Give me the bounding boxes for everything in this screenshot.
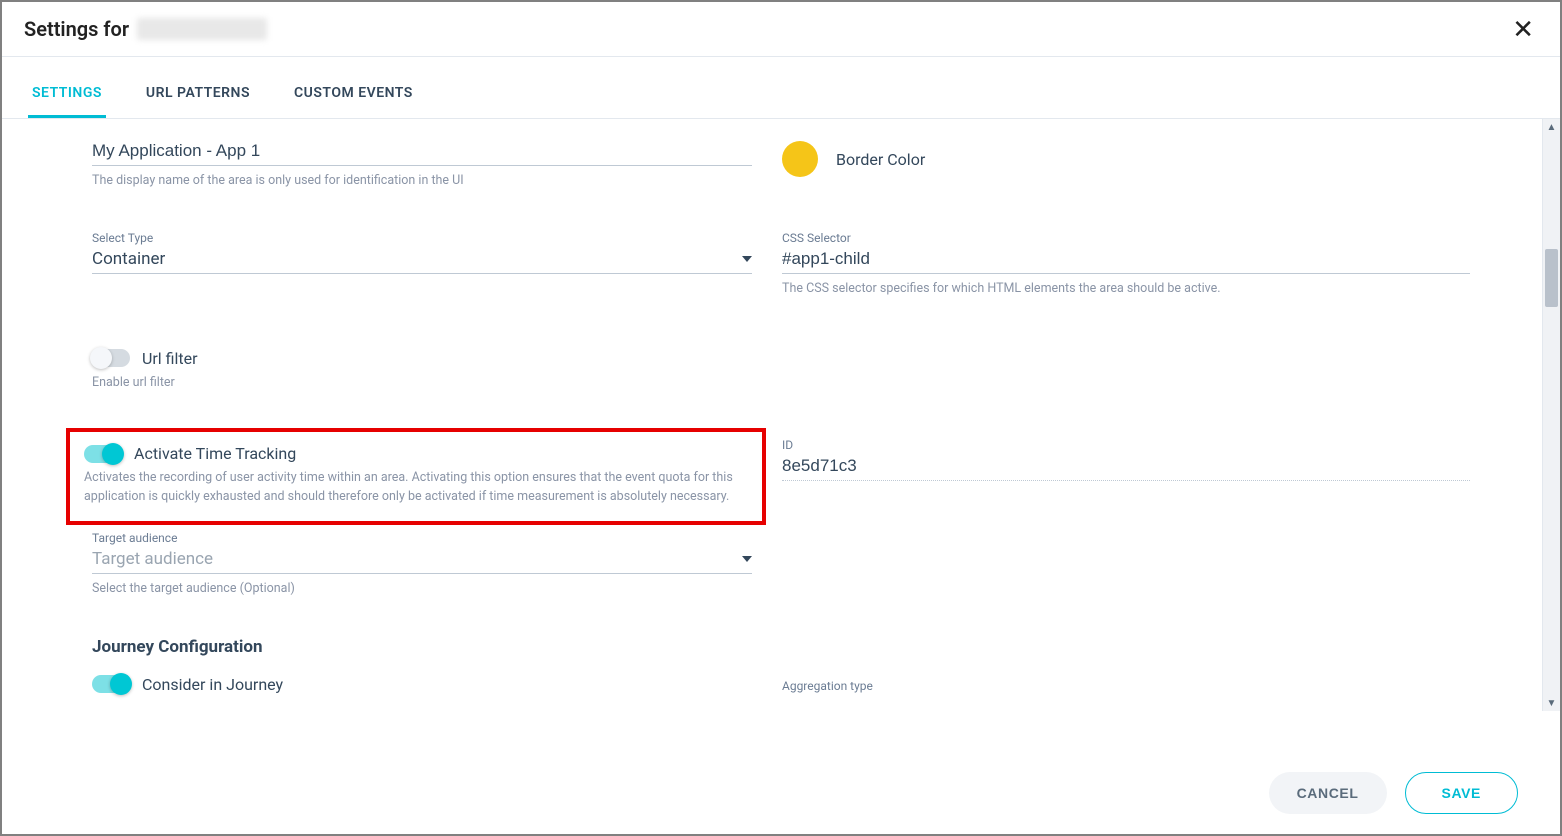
- dialog-footer: CANCEL SAVE: [2, 758, 1560, 834]
- consider-journey-toggle[interactable]: [92, 675, 130, 693]
- time-tracking-label: Activate Time Tracking: [134, 444, 296, 463]
- target-audience-field: Target audience Target audience Select t…: [92, 531, 752, 599]
- aggregation-type-field: Aggregation type: [782, 679, 1470, 694]
- time-tracking-help: Activates the recording of user activity…: [84, 469, 748, 507]
- id-label: ID: [782, 438, 1470, 452]
- select-type-field: Select Type Container: [92, 231, 752, 299]
- chevron-down-icon: [742, 256, 752, 262]
- settings-form: The display name of the area is only use…: [2, 119, 1560, 704]
- select-type-label: Select Type: [92, 231, 752, 245]
- select-type-dropdown[interactable]: Container: [92, 245, 752, 274]
- dialog-title: Settings for: [24, 17, 267, 41]
- time-tracking-toggle[interactable]: [84, 445, 122, 463]
- display-name-help: The display name of the area is only use…: [92, 172, 752, 191]
- time-tracking-highlight: Activate Time Tracking Activates the rec…: [92, 402, 752, 525]
- target-audience-placeholder: Target audience: [92, 549, 213, 569]
- dialog-title-redacted: [137, 18, 267, 40]
- scroll-down-icon[interactable]: ▼: [1543, 695, 1560, 711]
- css-selector-help: The CSS selector specifies for which HTM…: [782, 280, 1470, 299]
- journey-config-heading: Journey Configuration: [92, 637, 752, 657]
- css-selector-input[interactable]: [782, 245, 1470, 274]
- save-button[interactable]: SAVE: [1405, 772, 1519, 814]
- dialog-title-prefix: Settings for: [24, 17, 129, 41]
- close-icon[interactable]: ✕: [1512, 16, 1534, 42]
- select-type-value: Container: [92, 249, 165, 269]
- id-field: ID: [782, 438, 1470, 515]
- tab-url-patterns[interactable]: URL PATTERNS: [142, 75, 254, 118]
- tab-custom-events[interactable]: CUSTOM EVENTS: [290, 75, 417, 118]
- css-selector-field: CSS Selector The CSS selector specifies …: [782, 231, 1470, 299]
- dialog-header: Settings for ✕: [2, 2, 1560, 57]
- target-audience-label: Target audience: [92, 531, 752, 545]
- css-selector-label: CSS Selector: [782, 231, 1470, 245]
- scroll-up-icon[interactable]: ▲: [1543, 119, 1560, 135]
- url-filter-help: Enable url filter: [92, 374, 752, 393]
- tab-settings[interactable]: SETTINGS: [28, 75, 106, 118]
- border-color-field: Border Color: [782, 137, 1470, 191]
- scroll-thumb[interactable]: [1545, 249, 1558, 307]
- consider-journey-label: Consider in Journey: [142, 675, 283, 694]
- consider-journey-field: Consider in Journey: [92, 675, 752, 694]
- aggregation-type-label: Aggregation type: [782, 679, 1470, 693]
- display-name-input[interactable]: [92, 137, 752, 166]
- settings-scroll-area: The display name of the area is only use…: [2, 119, 1560, 711]
- border-color-label: Border Color: [836, 150, 925, 169]
- tabs-bar: SETTINGS URL PATTERNS CUSTOM EVENTS: [2, 75, 1560, 119]
- target-audience-dropdown[interactable]: Target audience: [92, 545, 752, 574]
- scrollbar[interactable]: ▲ ▼: [1542, 119, 1560, 711]
- url-filter-toggle[interactable]: [92, 349, 130, 367]
- id-value: [782, 452, 1470, 481]
- chevron-down-icon: [742, 556, 752, 562]
- url-filter-label: Url filter: [142, 349, 198, 368]
- url-filter-field: Url filter Enable url filter: [92, 349, 752, 393]
- display-name-field: The display name of the area is only use…: [92, 137, 752, 191]
- cancel-button[interactable]: CANCEL: [1269, 772, 1387, 814]
- border-color-swatch[interactable]: [782, 141, 818, 177]
- target-audience-help: Select the target audience (Optional): [92, 580, 752, 599]
